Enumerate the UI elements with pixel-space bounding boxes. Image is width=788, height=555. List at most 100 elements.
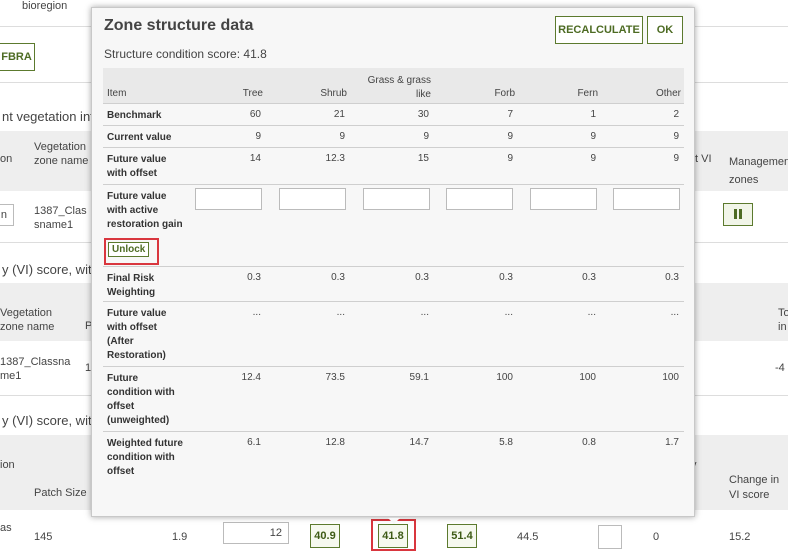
input-other[interactable] xyxy=(613,188,680,210)
cell-tree: 0.3 xyxy=(247,272,261,283)
cell-forb: 5.8 xyxy=(499,437,513,448)
row2-total: -4 xyxy=(775,362,785,374)
table-header: Item Tree Shrub Grass & grass like Forb … xyxy=(103,68,684,103)
cell-fern: 0.8 xyxy=(582,437,596,448)
row-current-value: Current value 9 9 9 9 9 9 xyxy=(103,125,684,147)
input-shrub[interactable] xyxy=(279,188,346,210)
row3-zero: 0 xyxy=(653,531,660,543)
row-label: Future value with offset xyxy=(107,154,167,179)
cell-tree: 60 xyxy=(249,109,261,120)
modal-title: Zone structure data xyxy=(104,17,254,34)
cell-grass: 15 xyxy=(417,153,429,164)
row3-as: as xyxy=(0,522,12,534)
col3-change-in-vi: Change in VI score xyxy=(729,474,780,501)
cell-other: 1.7 xyxy=(665,437,679,448)
cell-tree: 9 xyxy=(255,131,261,142)
cell-forb: 9 xyxy=(507,153,513,164)
row-label: Future condition with offset (unweighted… xyxy=(107,373,175,426)
management-zones-button[interactable] xyxy=(723,203,753,226)
cell-other: 9 xyxy=(673,153,679,164)
col-vegetation-zone-name: Vegetation zone name xyxy=(34,141,89,167)
row3-size: 1.9 xyxy=(172,531,188,543)
row-benchmark: Benchmark 60 21 30 7 1 2 xyxy=(103,103,684,125)
col-fern: Fern xyxy=(577,88,598,99)
recalculate-button[interactable]: RECALCULATE xyxy=(555,16,643,44)
col-other: Other xyxy=(655,88,681,99)
cell-grass: 14.7 xyxy=(409,437,429,448)
cell-tree: 6.1 xyxy=(247,437,261,448)
cell-shrub: 12.8 xyxy=(325,437,345,448)
col-forb: Forb xyxy=(494,88,515,99)
input-tree[interactable] xyxy=(195,188,262,210)
cell-forb: 7 xyxy=(507,109,513,120)
bioregion-label: bioregion xyxy=(22,0,68,12)
cell-grass: ... xyxy=(420,307,429,318)
cell-fern: 0.3 xyxy=(582,272,596,283)
ok-button[interactable]: OK xyxy=(647,16,683,44)
row2-zone-name: 1387_Classna me1 xyxy=(0,356,71,382)
cell-forb: ... xyxy=(504,307,513,318)
row3-score-a[interactable]: 40.9 xyxy=(310,524,340,548)
row-risk-weighting: Final Risk Weighting 0.3 0.3 0.3 0.3 0.3… xyxy=(103,266,684,301)
cell-fern: 100 xyxy=(579,372,596,383)
section-vegetation-heading: nt vegetation inte xyxy=(2,109,102,124)
row3-patch: 145 xyxy=(34,531,53,543)
row-weighted: Weighted future condition with offset 6.… xyxy=(103,431,684,496)
col-shrub: Shrub xyxy=(320,88,347,99)
fbra-button[interactable]: FBRA xyxy=(0,43,35,71)
cell-tree: ... xyxy=(252,307,261,318)
row3-val-445: 44.5 xyxy=(517,531,539,543)
row-label: Future value with offset (After Restorat… xyxy=(107,308,167,361)
cell-grass: 9 xyxy=(423,131,429,142)
cell-other: 2 xyxy=(673,109,679,120)
col3-patch-size: Patch Size xyxy=(34,487,87,499)
col-grass: Grass & grass like xyxy=(367,75,431,100)
cell-fern: ... xyxy=(587,307,596,318)
pause-icon xyxy=(734,209,742,219)
row-after-restoration: Future value with offset (After Restorat… xyxy=(103,301,684,366)
cell-forb: 100 xyxy=(496,372,513,383)
structure-score: Structure condition score: 41.8 xyxy=(104,47,267,61)
row3-score-c[interactable]: 51.4 xyxy=(447,524,477,548)
cell-shrub: ... xyxy=(336,307,345,318)
col2-vegetation-zone-name: Vegetation zone name xyxy=(0,307,55,333)
row-label: Future value with active restoration gai… xyxy=(107,191,183,230)
cell-shrub: 73.5 xyxy=(325,372,345,383)
row-label: Current value xyxy=(107,132,172,143)
zone-structure-modal: Zone structure data RECALCULATE OK Struc… xyxy=(91,7,695,524)
col-item: Item xyxy=(107,88,127,99)
zone-name-cell: 1387_Clas sname1 xyxy=(34,205,87,231)
cell-other: 100 xyxy=(662,372,679,383)
row3-checkbox[interactable] xyxy=(598,525,622,549)
highlight-unlock xyxy=(104,238,159,265)
cell-fern: 9 xyxy=(590,153,596,164)
row3-input[interactable]: 12 xyxy=(223,522,289,544)
row-label: Benchmark xyxy=(107,110,162,121)
cell-forb: 0.3 xyxy=(499,272,513,283)
col-tree: Tree xyxy=(242,88,263,99)
input-grass[interactable] xyxy=(363,188,430,210)
cell-shrub: 12.3 xyxy=(325,153,345,164)
cell-grass: 59.1 xyxy=(409,372,429,383)
row-future-condition: Future condition with offset (unweighted… xyxy=(103,366,684,431)
cell-grass: 30 xyxy=(417,109,429,120)
zone-input[interactable]: n xyxy=(0,204,14,226)
cell-other: 9 xyxy=(673,131,679,142)
cell-fern: 9 xyxy=(590,131,596,142)
col-t-vi: t VI xyxy=(695,153,712,165)
input-fern[interactable] xyxy=(530,188,597,210)
row-future-active: Future value with active restoration gai… xyxy=(103,184,684,266)
modal-pointer xyxy=(388,518,400,524)
row-label: Weighted future condition with offset xyxy=(107,438,183,477)
cell-shrub: 21 xyxy=(333,109,345,120)
cell-tree: 14 xyxy=(249,153,261,164)
cell-forb: 9 xyxy=(507,131,513,142)
row-label: Final Risk Weighting xyxy=(107,273,156,298)
col2-to-in: To in xyxy=(778,307,788,333)
input-forb[interactable] xyxy=(446,188,513,210)
cell-fern: 1 xyxy=(590,109,596,120)
col-management-zones: Management zones xyxy=(729,156,788,186)
cell-other: ... xyxy=(670,307,679,318)
row-future-offset: Future value with offset 14 12.3 15 9 9 … xyxy=(103,147,684,184)
cell-other: 0.3 xyxy=(665,272,679,283)
